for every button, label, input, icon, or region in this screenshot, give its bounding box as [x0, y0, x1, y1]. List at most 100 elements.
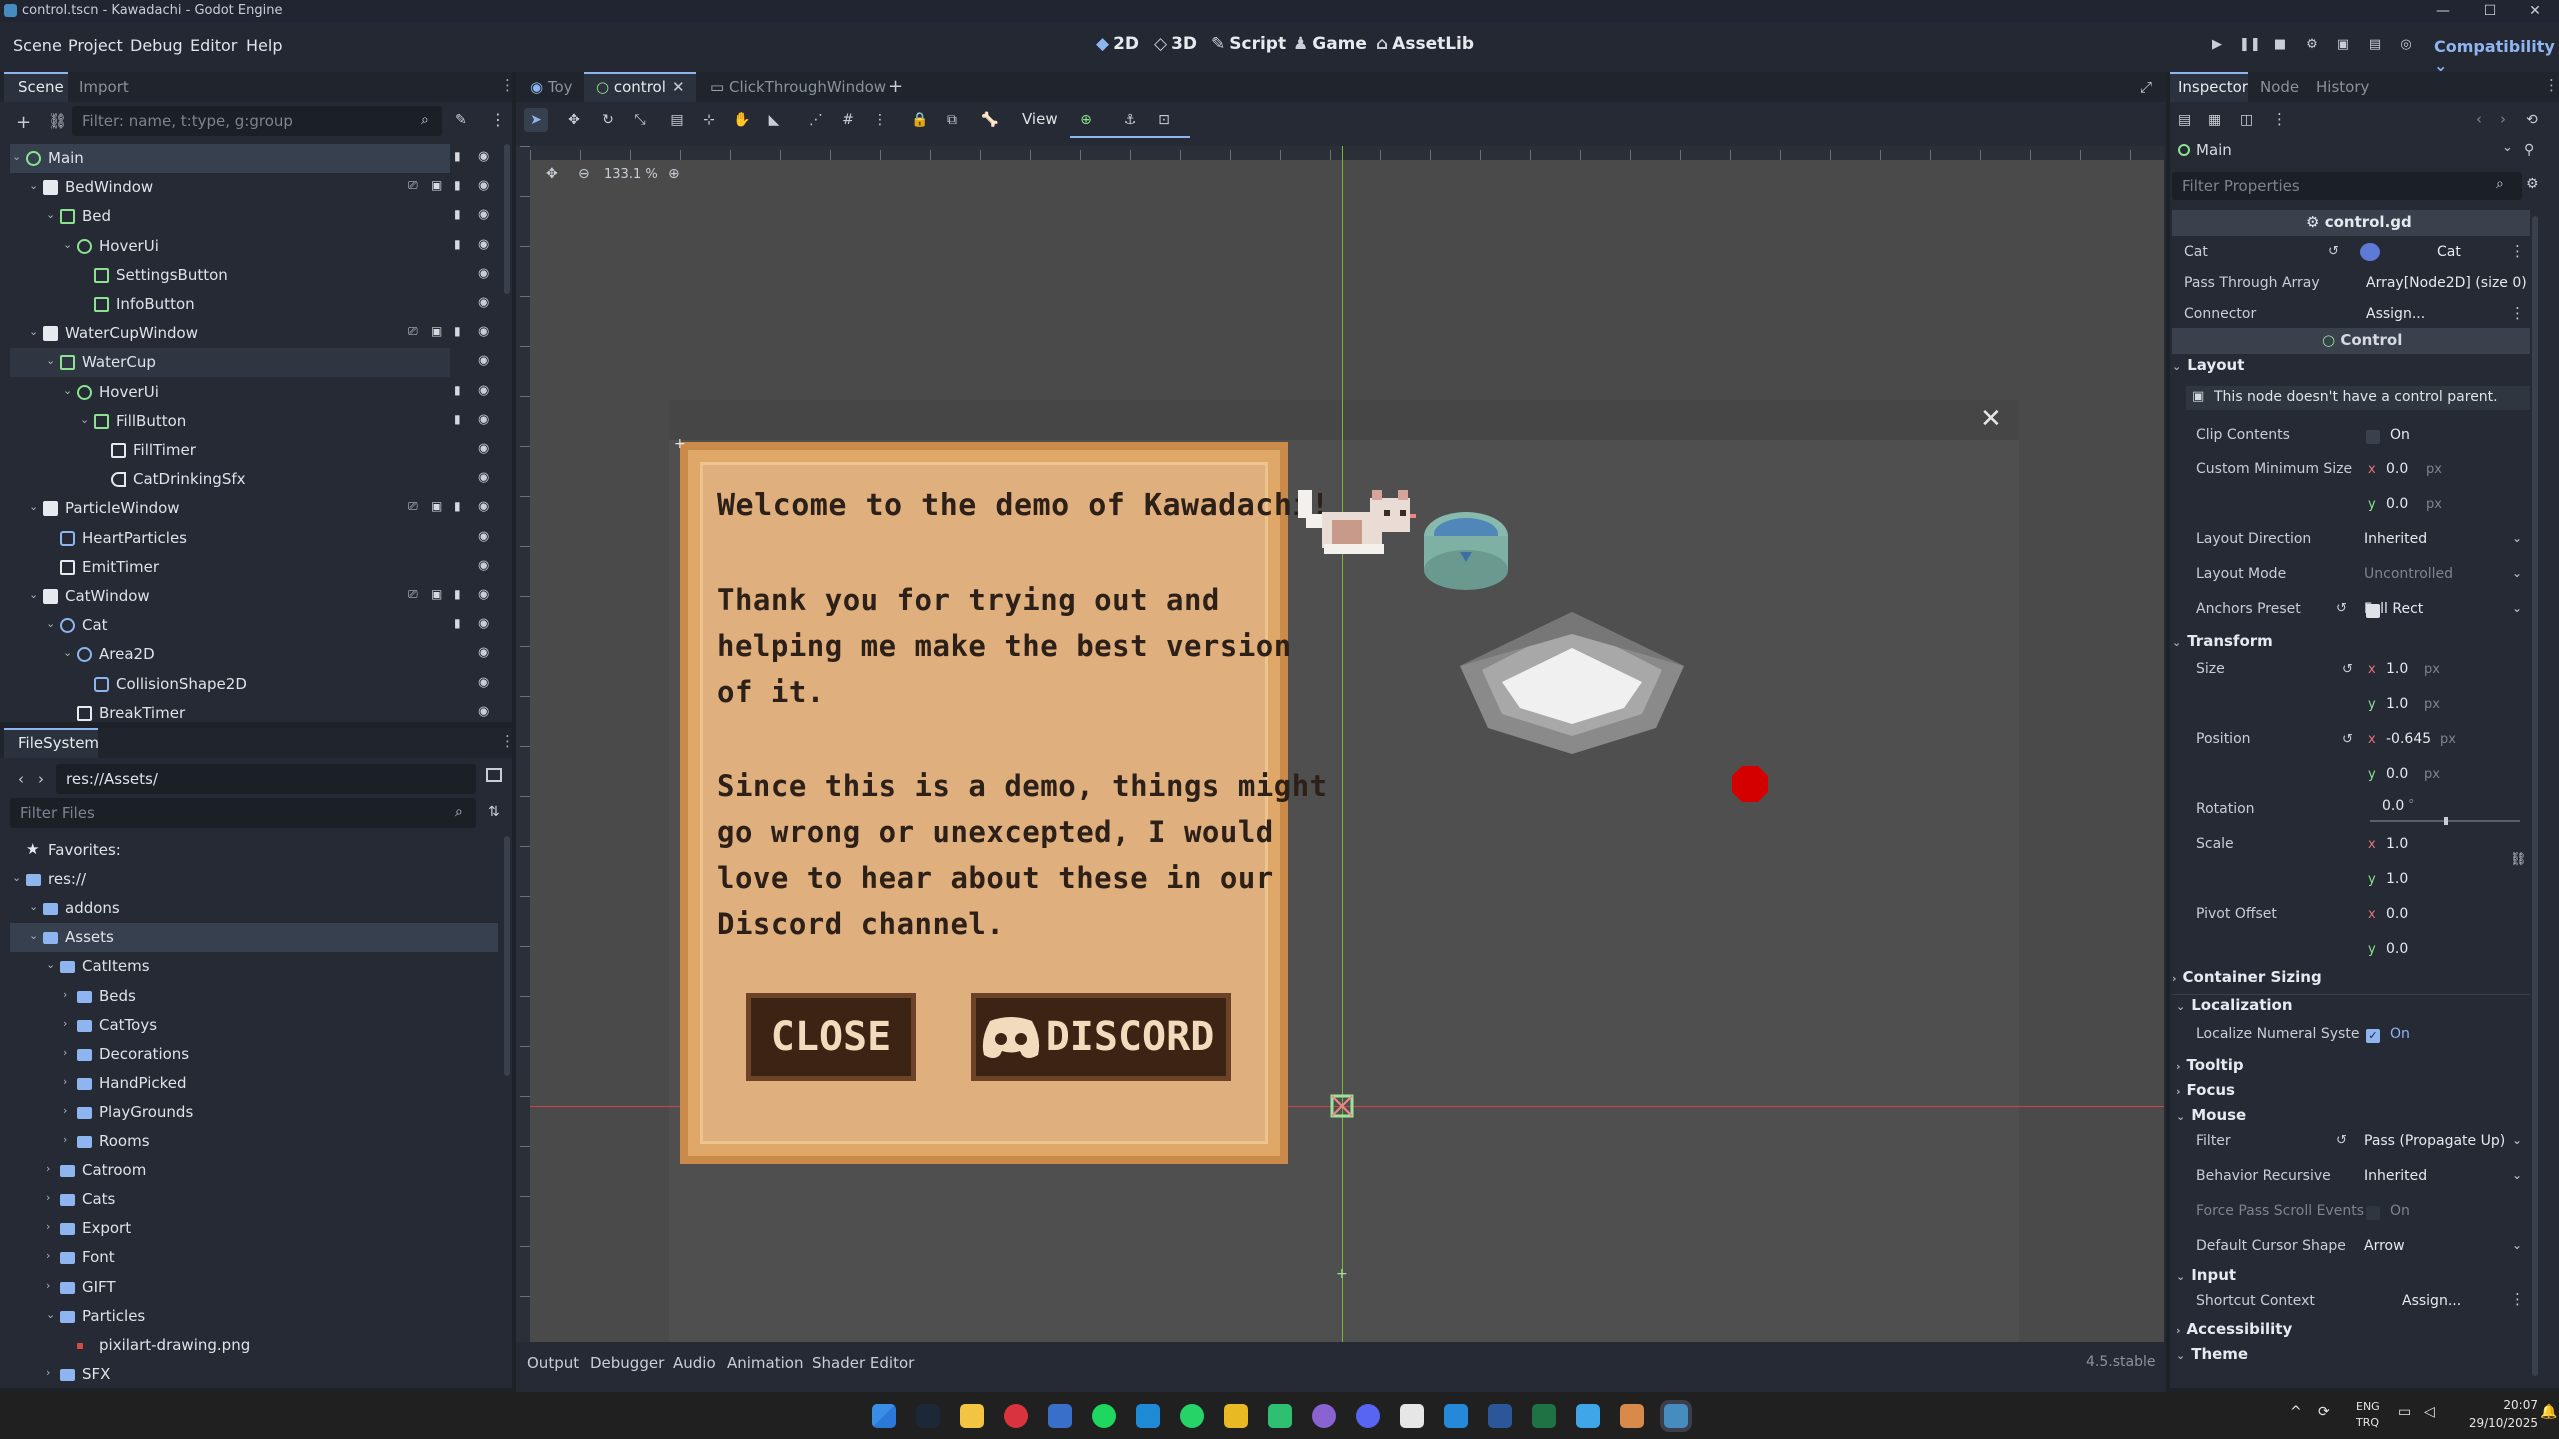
tree-node-heartparticles[interactable]: HeartParticles	[10, 524, 450, 553]
expand-arrow-icon[interactable]: ⌄	[12, 150, 21, 163]
visibility-eye-icon[interactable]: ◉	[478, 178, 489, 193]
fs-item-rooms[interactable]: › Rooms	[10, 1127, 498, 1156]
pan-mode-icon[interactable]: ✋	[730, 108, 754, 132]
close-button[interactable]: CLOSE	[746, 993, 916, 1081]
tree-node-main[interactable]: ⌄ Main	[10, 144, 450, 173]
rotate-mode-icon[interactable]: ↻	[596, 108, 620, 132]
tree-node-area2d[interactable]: ⌄ Area2D	[10, 640, 450, 669]
prop-menu-icon[interactable]: ⋮	[2510, 1290, 2525, 1308]
visibility-eye-icon[interactable]: ◉	[478, 499, 489, 514]
script-icon[interactable]: ▮	[454, 499, 461, 513]
fs-item-assets[interactable]: ⌄ Assets	[10, 923, 498, 953]
section-localization[interactable]: ⌄ Localization	[2176, 996, 2534, 1022]
fs-item-handpicked[interactable]: › HandPicked	[10, 1069, 498, 1098]
app-icon[interactable]	[1048, 1404, 1072, 1428]
fs-item-particles[interactable]: ⌄ Particles	[10, 1302, 498, 1331]
expand-arrow-icon[interactable]: ›	[63, 988, 67, 1001]
visibility-eye-icon[interactable]: ◉	[478, 324, 489, 339]
whatsapp-icon[interactable]	[1180, 1404, 1204, 1428]
expand-arrow-icon[interactable]: ⌄	[29, 325, 38, 338]
tab-inspector[interactable]: Inspector	[2178, 78, 2248, 96]
visibility-eye-icon[interactable]: ◉	[478, 295, 489, 310]
fs-item-favorites-[interactable]: ★ Favorites:	[10, 836, 498, 865]
node-path-selector[interactable]: Main ⌄	[2172, 138, 2520, 166]
scene-tab-clickthroughwindow[interactable]: ▭ ClickThroughWindow	[710, 78, 886, 96]
visibility-eye-icon[interactable]: ◉	[478, 675, 489, 690]
section-mouse[interactable]: ⌄ Mouse	[2176, 1106, 2534, 1132]
script-icon[interactable]: ▮	[454, 237, 461, 251]
tab-shader-editor[interactable]: Shader Editor	[812, 1354, 914, 1372]
tree-node-particlewindow[interactable]: ⌄ ParticleWindow	[10, 494, 450, 523]
visibility-eye-icon[interactable]: ◉	[478, 149, 489, 164]
expand-arrow-icon[interactable]: ⌄	[63, 384, 72, 397]
lock-icon[interactable]: 🔒	[908, 108, 932, 132]
expand-arrow-icon[interactable]: ⌄	[29, 588, 38, 601]
expand-arrow-icon[interactable]: ›	[46, 1249, 50, 1262]
history-forward-icon[interactable]: ›	[2500, 110, 2506, 128]
visibility-eye-icon[interactable]: ◉	[478, 207, 489, 222]
expand-arrow-icon[interactable]: ⌄	[80, 413, 89, 426]
prop-layout_mode-dropdown[interactable]: Uncontrolled	[2364, 566, 2453, 582]
add-keyframe-icon[interactable]: ⊕	[1074, 108, 1098, 132]
section-accessibility[interactable]: › Accessibility	[2176, 1320, 2534, 1346]
center-view-icon[interactable]: ✥	[546, 166, 558, 182]
fs-item-playgrounds[interactable]: › PlayGrounds	[10, 1098, 498, 1127]
tab-debugger[interactable]: Debugger	[590, 1354, 664, 1372]
filter-files-input[interactable]: Filter Files	[10, 798, 476, 828]
scene-tab-toy[interactable]: ◉ Toy	[530, 78, 573, 96]
open-resource-icon[interactable]: ▦	[2208, 112, 2221, 128]
expand-arrow-icon[interactable]: ›	[63, 1046, 67, 1059]
history-back-icon[interactable]: ‹	[2476, 110, 2482, 128]
fs-item-addons[interactable]: ⌄ addons	[10, 894, 498, 923]
forward-icon[interactable]: ›	[38, 770, 44, 788]
visibility-eye-icon[interactable]: ◉	[478, 353, 489, 368]
section-container_sizing[interactable]: › Container Sizing	[2172, 968, 2530, 994]
visibility-eye-icon[interactable]: ◉	[478, 383, 489, 398]
file-explorer-icon[interactable]	[960, 1404, 984, 1428]
section-theme[interactable]: ⌄ Theme	[2176, 1345, 2534, 1371]
fs-item-font[interactable]: › Font	[10, 1243, 498, 1272]
tree-node-emittimer[interactable]: EmitTimer	[10, 553, 450, 582]
zoom-level[interactable]: 133.1 %	[604, 167, 658, 182]
script-prop-value[interactable]: Assign...	[2366, 306, 2425, 322]
tab-animation[interactable]: Animation	[727, 1354, 803, 1372]
sticky-notes-icon[interactable]	[1224, 1404, 1248, 1428]
godot-taskbar-icon[interactable]	[1664, 1404, 1688, 1428]
tree-node-infobutton[interactable]: InfoButton	[10, 290, 450, 319]
lang-eng[interactable]: ENG	[2356, 1400, 2380, 1413]
fs-item-res-[interactable]: ⌄ res://	[10, 865, 498, 894]
move-mode-icon[interactable]: ✥	[562, 108, 586, 132]
smart-snap-icon[interactable]: ⋰	[804, 108, 828, 132]
signal-icon[interactable]: ⎚	[408, 324, 418, 339]
sync-icon[interactable]: ⟳	[2318, 1404, 2330, 1420]
distraction-free-icon[interactable]: ⤢	[2140, 78, 2152, 96]
menu-help[interactable]: Help	[246, 36, 282, 55]
script-icon[interactable]: ▮	[454, 587, 461, 601]
expand-arrow-icon[interactable]: ⌄	[63, 238, 72, 251]
visibility-eye-icon[interactable]: ◉	[478, 616, 489, 631]
link-scale-icon[interactable]: ⛓	[2510, 852, 2527, 867]
excel-icon[interactable]	[1532, 1404, 1556, 1428]
control-class-header[interactable]: ○ Control	[2172, 328, 2530, 354]
maximize-button[interactable]: ☐	[2470, 0, 2510, 22]
group-icon[interactable]: ▣	[431, 324, 442, 338]
expand-arrow-icon[interactable]: ⌄	[29, 179, 38, 192]
tree-node-cat[interactable]: ⌄ Cat	[10, 611, 450, 640]
tree-node-collisionshape2d[interactable]: CollisionShape2D	[10, 670, 450, 699]
lang-trq[interactable]: TRQ	[2356, 1416, 2379, 1429]
fs-item-cats[interactable]: › Cats	[10, 1185, 498, 1214]
ruler-mode-icon[interactable]: ◣	[762, 108, 786, 132]
tree-node-breaktimer[interactable]: BreakTimer	[10, 699, 450, 722]
prop-scale-x[interactable]: 1.0	[2386, 836, 2408, 852]
stop-icon[interactable]: ■	[2270, 37, 2290, 57]
tree-node-watercupwindow[interactable]: ⌄ WaterCupWindow	[10, 319, 450, 348]
expand-arrow-icon[interactable]: ⌄	[46, 1308, 55, 1321]
snap-options-icon[interactable]: ⋮	[868, 108, 892, 132]
menu-editor[interactable]: Editor	[190, 36, 237, 55]
tree-node-filltimer[interactable]: FillTimer	[10, 436, 450, 465]
tab-scene[interactable]: Scene	[18, 78, 64, 96]
fs-item-cattoys[interactable]: › CatToys	[10, 1011, 498, 1040]
fs-item-catitems[interactable]: ⌄ CatItems	[10, 952, 498, 981]
save-resource-icon[interactable]: ◫	[2240, 112, 2253, 128]
clock-time[interactable]: 20:07	[2472, 1398, 2538, 1412]
